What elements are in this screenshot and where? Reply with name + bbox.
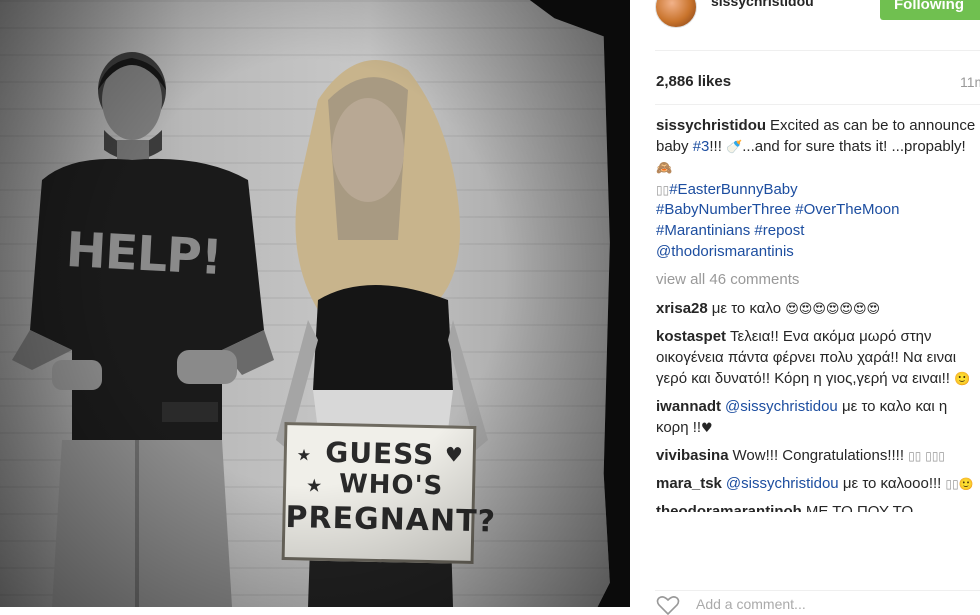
comment-item: mara_tsk @sissychristidou με το καλοοο!!!… <box>656 474 976 495</box>
comment-username[interactable]: xrisa28 <box>656 300 708 317</box>
add-comment-input[interactable]: Add a comment... <box>696 596 806 612</box>
comment-username[interactable]: theodoramarantinoh <box>656 503 802 512</box>
sign-line-3: PREGNANT? <box>285 500 497 540</box>
following-button[interactable]: Following <box>880 0 980 20</box>
comment-item: xrisa28 με το καλο 😍😍😍😍😍😍😍 <box>656 299 976 321</box>
caption-text: ...and for sure thats it! ...propably! <box>742 137 966 155</box>
unsupported-glyph-icon: ▯▯ <box>656 182 670 197</box>
avatar[interactable] <box>655 0 697 28</box>
comment-username[interactable]: iwannadt <box>656 398 721 415</box>
comments-divider <box>655 590 980 591</box>
likes-count[interactable]: 2,886 likes <box>656 73 731 90</box>
post-photo[interactable]: HELP! ★ ★ ♥ GUESS WHO'S PREGNANT? <box>0 0 630 607</box>
sign-line-2: WHO'S <box>338 469 444 502</box>
hashtag-link[interactable]: #3 <box>693 138 710 155</box>
caption-text: !!! <box>709 137 727 155</box>
shirt-text: HELP! <box>64 221 223 287</box>
hashtag-link[interactable]: #Marantinians <box>656 222 750 239</box>
comments-list: sissychristidou Excited as can be to anno… <box>656 116 976 519</box>
post-header: sissychristidou Following <box>630 0 980 40</box>
comment-username[interactable]: kostaspet <box>656 328 726 345</box>
unsupported-glyph-icon: ▯▯ ▯▯▯ <box>908 449 946 464</box>
star-icon: ★ <box>296 445 312 465</box>
comment-item: vivibasina Wow!!! Congratulations!!!! ▯▯ … <box>656 446 976 467</box>
heart-icon: ♥ <box>444 442 464 467</box>
comment-text: με το καλοοο!!! <box>838 474 946 492</box>
heart-eyes-icon: 😍😍😍😍😍😍😍 <box>785 301 881 317</box>
comment-item: kostaspet Τελεια!! Ενα ακόμα μωρό στην οι… <box>656 327 976 390</box>
mention-link[interactable]: @sissychristidou <box>725 398 838 415</box>
comment-text: Wow!!! Congratulations!!!! <box>732 447 909 465</box>
unsupported-glyph-icon: ▯▯🙂 <box>945 476 974 491</box>
comment-item: theodoramarantinoh ΜΕ ΤΟ ΠΟΥ ΤΟ <box>656 502 976 512</box>
see-no-evil-icon: 🙈 <box>656 161 673 177</box>
hashtag-link[interactable]: #OverTheMoon <box>795 201 899 218</box>
guess-sign: ★ ★ ♥ GUESS WHO'S PREGNANT? <box>281 422 497 564</box>
caption-username[interactable]: sissychristidou <box>656 117 766 134</box>
comment-username[interactable]: vivibasina <box>656 447 729 464</box>
post-sidebar: sissychristidou Following 2,886 likes 11… <box>630 0 980 615</box>
hashtag-link[interactable]: #repost <box>754 222 804 239</box>
mention-link[interactable]: @thodorismarantinis <box>656 243 794 260</box>
comment-username[interactable]: mara_tsk <box>656 475 722 492</box>
like-heart-icon[interactable] <box>656 595 680 615</box>
heart-icon: ♥ <box>701 420 713 436</box>
post-time[interactable]: 11m <box>960 74 980 90</box>
comment-item: iwannadt @sissychristidou με το καλο και … <box>656 397 976 439</box>
baby-bottle-icon: 🍼 <box>726 139 743 155</box>
photo-image: HELP! ★ ★ ♥ GUESS WHO'S PREGNANT? <box>0 0 610 607</box>
header-divider <box>655 50 980 51</box>
hashtag-link[interactable]: #BabyNumberThree <box>656 201 791 218</box>
comment-text: με το καλο <box>711 299 786 317</box>
star-icon: ★ <box>305 475 323 497</box>
hashtag-link[interactable]: #EasterBunnyBaby <box>669 181 797 198</box>
mention-link[interactable]: @sissychristidou <box>726 475 839 492</box>
smile-icon: 🙂 <box>954 371 971 387</box>
comment-text: ΜΕ ΤΟ ΠΟΥ ΤΟ <box>805 502 914 512</box>
caption: sissychristidou Excited as can be to anno… <box>656 116 976 291</box>
view-all-comments-link[interactable]: view all 46 comments <box>656 270 976 291</box>
header-username[interactable]: sissychristidou <box>711 0 814 9</box>
man-figure <box>12 52 274 607</box>
likes-divider <box>655 104 980 105</box>
